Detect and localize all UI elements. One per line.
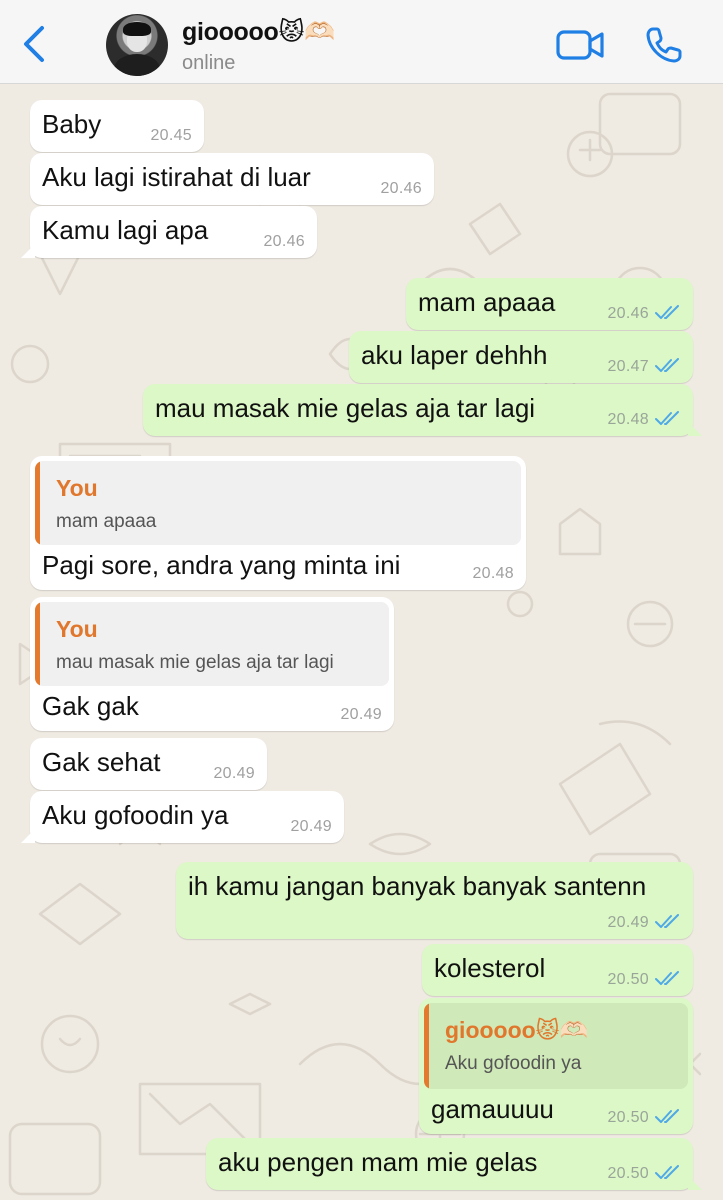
message-time: 20.45	[150, 127, 192, 144]
bubble-tail	[21, 829, 35, 843]
message-time: 20.49	[290, 818, 332, 835]
message-incoming[interactable]: Baby 20.45	[30, 100, 204, 152]
message-time: 20.49	[607, 914, 649, 931]
avatar-shoulders	[114, 54, 160, 76]
bubble-tail	[688, 1176, 702, 1190]
message-outgoing[interactable]: ih kamu jangan banyak banyak santenn 20.…	[176, 862, 693, 939]
message-text: aku pengen mam mie gelas	[218, 1147, 538, 1177]
message-incoming[interactable]: Aku lagi istirahat di luar 20.46	[30, 153, 434, 205]
message-time: 20.49	[213, 765, 255, 782]
quote-bar	[35, 602, 40, 686]
message-text: aku laper dehhh	[361, 340, 548, 370]
message-incoming-reply[interactable]: You mau masak mie gelas aja tar lagi Gak…	[30, 597, 394, 731]
message-incoming[interactable]: Kamu lagi apa 20.46	[21, 206, 317, 258]
message-text: Kamu lagi apa	[42, 215, 209, 245]
quote-text: mam apaaa	[56, 511, 157, 532]
quote-text: mau masak mie gelas aja tar lagi	[56, 652, 334, 673]
message-list[interactable]: Baby 20.45 Aku lagi istirahat di luar 20…	[0, 84, 723, 1200]
message-text: Baby	[42, 109, 102, 139]
message-text: Aku gofoodin ya	[42, 800, 229, 830]
contact-status: online	[182, 52, 236, 74]
message-time: 20.48	[607, 411, 649, 428]
quote-author: You	[56, 475, 98, 501]
message-outgoing-reply[interactable]: giooooo😾🫶🏻 Aku gofoodin ya gamauuuu 20.5…	[419, 998, 693, 1134]
message-incoming[interactable]: Aku gofoodin ya 20.49	[21, 791, 344, 843]
message-text: kolesterol	[434, 953, 546, 983]
message-time: 20.46	[380, 180, 422, 197]
message-text: Aku lagi istirahat di luar	[42, 162, 311, 192]
message-time: 20.50	[607, 971, 649, 988]
message-time: 20.46	[607, 305, 649, 322]
message-text: gamauuuu	[431, 1094, 554, 1124]
message-time: 20.50	[607, 1109, 649, 1126]
message-incoming[interactable]: Gak sehat 20.49	[30, 738, 267, 790]
message-text: Pagi sore, andra yang minta ini	[42, 550, 401, 580]
avatar-hair	[123, 22, 151, 36]
chevron-left-icon[interactable]	[18, 24, 50, 64]
message-time: 20.49	[340, 706, 382, 723]
double-check-icon	[655, 1165, 679, 1179]
video-camera-icon[interactable]	[556, 28, 604, 62]
double-check-icon	[655, 971, 679, 985]
double-check-icon	[655, 914, 679, 928]
bubble-tail	[688, 422, 702, 436]
message-time: 20.50	[607, 1165, 649, 1182]
chat-header: giooooo😾🫶🏻 online	[0, 0, 723, 84]
message-time: 20.46	[263, 233, 305, 250]
quoted-message[interactable]: You mam apaaa	[35, 461, 521, 545]
message-text: Gak sehat	[42, 747, 161, 777]
avatar[interactable]	[106, 14, 168, 76]
message-text: Gak gak	[42, 691, 139, 721]
contact-name[interactable]: giooooo😾🫶🏻	[182, 17, 335, 47]
message-incoming-reply[interactable]: You mam apaaa Pagi sore, andra yang mint…	[30, 456, 526, 590]
message-time: 20.47	[607, 358, 649, 375]
quote-text: Aku gofoodin ya	[445, 1053, 582, 1074]
quote-author: giooooo😾🫶🏻	[445, 1017, 589, 1043]
double-check-icon	[655, 305, 679, 319]
quote-bar	[424, 1003, 429, 1089]
message-outgoing[interactable]: mam apaaa 20.46	[406, 278, 693, 330]
message-outgoing[interactable]: aku laper dehhh 20.47	[349, 331, 693, 383]
message-text: ih kamu jangan banyak banyak santenn	[188, 871, 647, 901]
phone-icon[interactable]	[645, 26, 683, 64]
quoted-message[interactable]: You mau masak mie gelas aja tar lagi	[35, 602, 389, 686]
message-outgoing[interactable]: mau masak mie gelas aja tar lagi 20.48	[143, 384, 702, 436]
double-check-icon	[655, 358, 679, 372]
message-outgoing[interactable]: kolesterol 20.50	[422, 944, 693, 996]
quote-bar	[35, 461, 40, 545]
message-time: 20.48	[472, 565, 514, 582]
message-outgoing[interactable]: aku pengen mam mie gelas 20.50	[206, 1138, 702, 1190]
message-text: mau masak mie gelas aja tar lagi	[155, 393, 536, 423]
message-text: mam apaaa	[418, 287, 556, 317]
bubble-tail	[21, 244, 35, 258]
quote-author: You	[56, 616, 98, 642]
double-check-icon	[655, 411, 679, 425]
double-check-icon	[655, 1109, 679, 1123]
quoted-message[interactable]: giooooo😾🫶🏻 Aku gofoodin ya	[424, 1003, 688, 1089]
